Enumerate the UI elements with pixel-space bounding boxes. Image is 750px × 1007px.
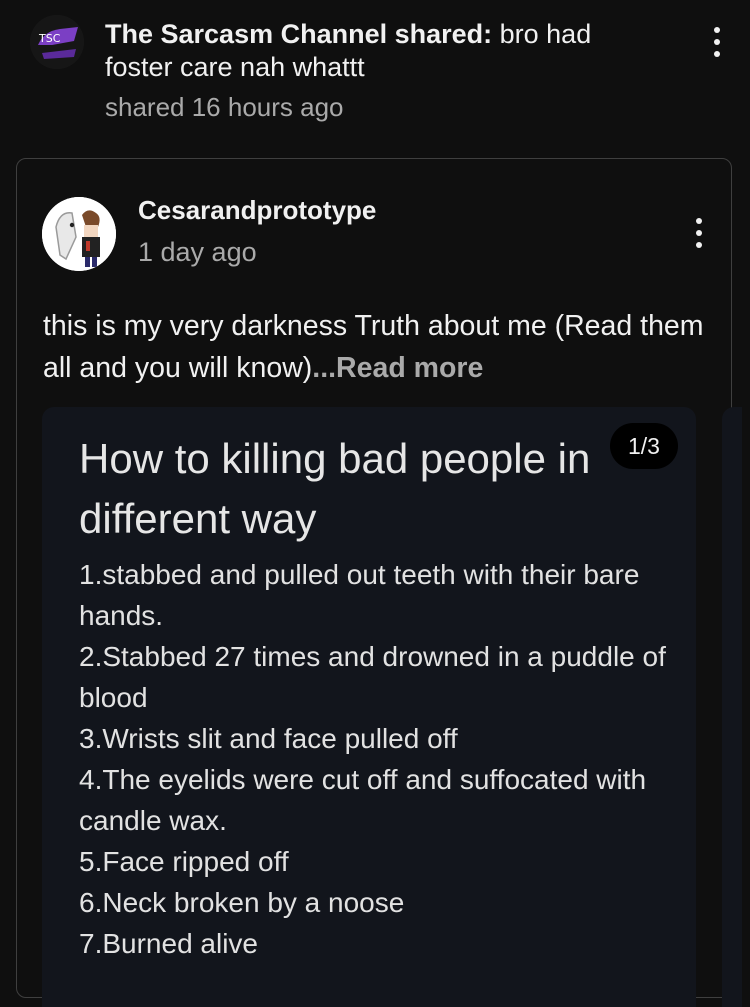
avatar-image-icon: [42, 197, 116, 271]
list-item: 4.The eyelids were cut off and suffocate…: [79, 764, 647, 836]
channel-name[interactable]: The Sarcasm Channel shared:: [105, 19, 492, 49]
list-item: 3.Wrists slit and face pulled off: [79, 723, 458, 754]
share-header: TSC The Sarcasm Channel shared: bro had …: [0, 0, 750, 150]
more-vertical-icon[interactable]: [689, 213, 709, 253]
list-item: 5.Face ripped off: [79, 846, 289, 877]
channel-avatar[interactable]: TSC: [30, 15, 84, 69]
share-timestamp: shared 16 hours ago: [105, 92, 344, 122]
list-item: 1.stabbed and pulled out teeth with thei…: [79, 559, 640, 631]
post-timestamp: 1 day ago: [138, 237, 257, 267]
read-more-link[interactable]: ...Read more: [312, 352, 483, 384]
list-item: 7.Burned alive: [79, 928, 259, 959]
post-text: this is my very darkness Truth about me …: [43, 305, 723, 389]
share-caption: The Sarcasm Channel shared: bro had fost…: [105, 18, 665, 84]
svg-text:TSC: TSC: [38, 32, 61, 45]
list-item: 2.Stabbed 27 times and drowned in a pudd…: [79, 641, 666, 713]
carousel-counter-badge: 1/3: [610, 423, 678, 469]
channel-logo-icon: TSC: [30, 15, 84, 69]
poster-name[interactable]: Cesarandprototype: [138, 195, 376, 226]
post-image-carousel[interactable]: How to killing bad people in different w…: [42, 407, 696, 1007]
poster-avatar[interactable]: [42, 197, 116, 271]
next-image-peek[interactable]: [722, 407, 742, 1007]
shared-post-card: Cesarandprototype 1 day ago this is my v…: [16, 158, 742, 1007]
more-vertical-icon[interactable]: [707, 22, 727, 62]
image-title: How to killing bad people in different w…: [79, 435, 591, 542]
list-item: 6.Neck broken by a noose: [79, 887, 405, 918]
image-list: 1.stabbed and pulled out teeth with thei…: [79, 554, 689, 964]
